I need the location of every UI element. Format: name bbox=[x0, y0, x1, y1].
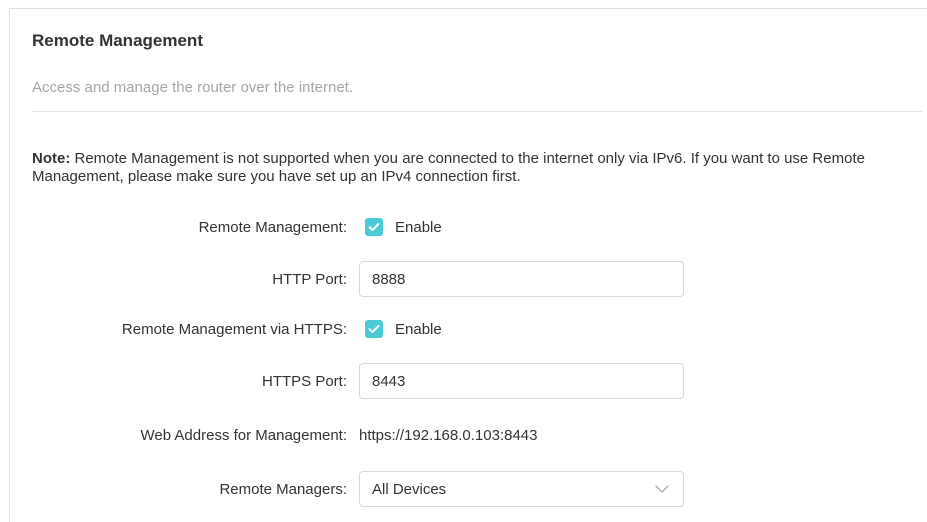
note-label: Note: bbox=[32, 150, 71, 167]
https-port-row: HTTPS Port: bbox=[10, 363, 910, 399]
remote-managers-label: Remote Managers: bbox=[219, 480, 347, 498]
remote-https-checkbox[interactable] bbox=[365, 320, 383, 338]
remote-managers-select[interactable]: All Devices bbox=[359, 471, 684, 507]
remote-management-panel: Remote Management Access and manage the … bbox=[9, 8, 927, 522]
web-address-label: Web Address for Management: bbox=[140, 426, 348, 444]
remote-management-enable-label[interactable]: Enable bbox=[395, 219, 442, 236]
section-description: Access and manage the router over the in… bbox=[32, 79, 354, 96]
check-icon bbox=[368, 325, 380, 333]
remote-management-checkbox[interactable] bbox=[365, 218, 383, 236]
https-port-label: HTTPS Port: bbox=[261, 372, 347, 390]
remote-managers-selected-value: All Devices bbox=[372, 480, 447, 498]
http-port-row: HTTP Port: bbox=[10, 261, 910, 297]
http-port-input[interactable] bbox=[359, 261, 684, 297]
remote-management-row: Remote Management: Enable bbox=[10, 209, 910, 245]
web-address-value: https://192.168.0.103:8443 bbox=[359, 426, 538, 444]
note-text: Note: Remote Management is not supported… bbox=[32, 150, 912, 186]
remote-management-label: Remote Management: bbox=[198, 218, 347, 236]
http-port-label: HTTP Port: bbox=[272, 270, 347, 288]
chevron-down-icon bbox=[655, 485, 669, 493]
remote-managers-row: Remote Managers: All Devices bbox=[10, 471, 910, 507]
check-icon bbox=[368, 223, 380, 231]
divider bbox=[32, 111, 922, 112]
https-port-input[interactable] bbox=[359, 363, 684, 399]
section-title: Remote Management bbox=[32, 31, 203, 50]
web-address-row: Web Address for Management: https://192.… bbox=[10, 417, 910, 453]
remote-https-label: Remote Management via HTTPS: bbox=[121, 320, 347, 338]
remote-https-enable-label[interactable]: Enable bbox=[395, 321, 442, 338]
remote-https-row: Remote Management via HTTPS: Enable bbox=[10, 311, 910, 347]
note-body: Remote Management is not supported when … bbox=[32, 150, 865, 185]
